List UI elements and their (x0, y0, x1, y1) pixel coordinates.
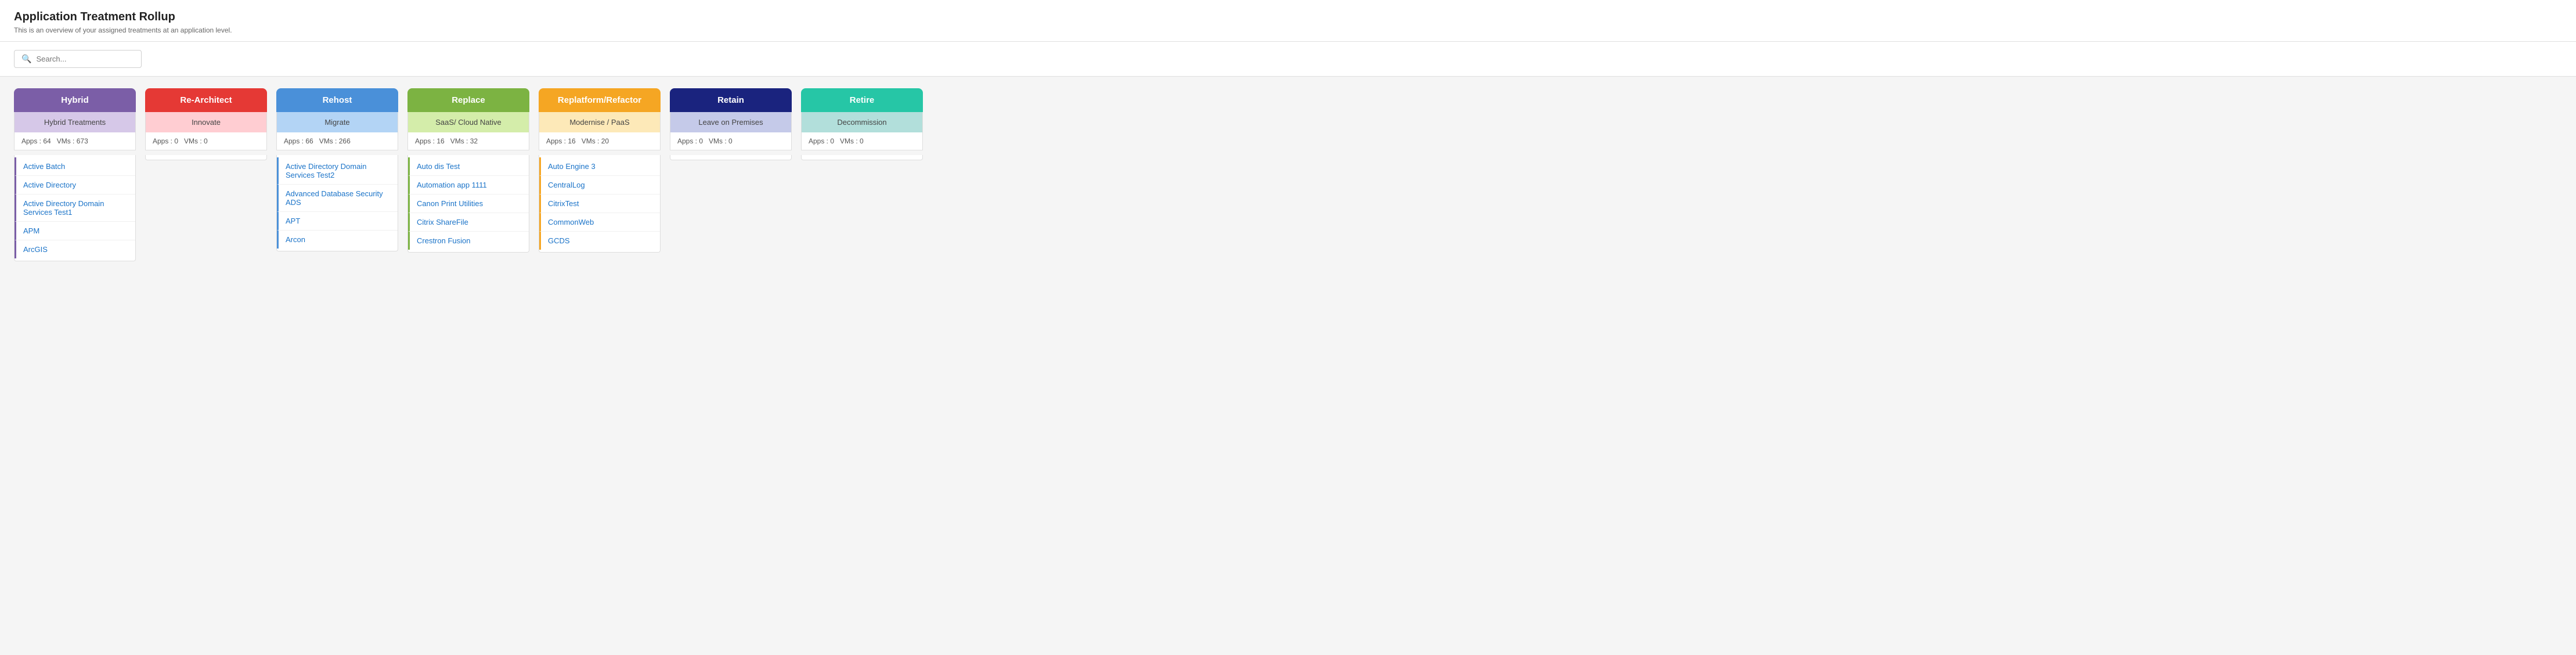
search-input[interactable] (36, 55, 134, 63)
list-item[interactable]: Active Batch (15, 157, 135, 176)
column-subheader-retain: Leave on Premises (670, 112, 792, 132)
list-item[interactable]: Citrix ShareFile (408, 213, 529, 232)
list-item[interactable]: Active Directory Domain Services Test1 (15, 195, 135, 222)
list-item[interactable]: Crestron Fusion (408, 232, 529, 250)
column-subheader-replatform: Modernise / PaaS (539, 112, 661, 132)
column-items-retain (670, 155, 792, 160)
column-subheader-replace: SaaS/ Cloud Native (407, 112, 529, 132)
list-item[interactable]: Automation app 1111 (408, 176, 529, 195)
column-retain: RetainLeave on PremisesApps : 0 VMs : 0 (670, 88, 792, 261)
list-item[interactable]: GCDS (539, 232, 660, 250)
apps-label-hybrid: Apps : 64 (21, 137, 51, 145)
apps-label-replace: Apps : 16 (415, 137, 445, 145)
search-container: 🔍 (14, 50, 142, 68)
column-header-replace: Replace (407, 88, 529, 112)
column-stats-rearchitect: Apps : 0 VMs : 0 (145, 132, 267, 150)
column-subheader-rehost: Migrate (276, 112, 398, 132)
apps-label-rehost: Apps : 66 (284, 137, 313, 145)
vms-label-retire: VMs : 0 (840, 137, 864, 145)
column-subheader-hybrid: Hybrid Treatments (14, 112, 136, 132)
column-items-replatform: Auto Engine 3CentralLogCitrixTestCommonW… (539, 155, 661, 253)
list-item[interactable]: CitrixTest (539, 195, 660, 213)
column-stats-retain: Apps : 0 VMs : 0 (670, 132, 792, 150)
column-rehost: RehostMigrateApps : 66 VMs : 266Active D… (276, 88, 398, 261)
main-content: HybridHybrid TreatmentsApps : 64 VMs : 6… (0, 77, 2576, 273)
column-replace: ReplaceSaaS/ Cloud NativeApps : 16 VMs :… (407, 88, 529, 261)
list-item[interactable]: CommonWeb (539, 213, 660, 232)
column-items-rehost: Active Directory Domain Services Test2Ad… (276, 155, 398, 251)
column-items-hybrid: Active BatchActive DirectoryActive Direc… (14, 155, 136, 261)
column-subheader-retire: Decommission (801, 112, 923, 132)
list-item[interactable]: Auto Engine 3 (539, 157, 660, 176)
list-item[interactable]: Active Directory (15, 176, 135, 195)
list-item[interactable]: ArcGIS (15, 240, 135, 258)
page-header: Application Treatment Rollup This is an … (0, 0, 2576, 42)
column-header-hybrid: Hybrid (14, 88, 136, 112)
column-stats-hybrid: Apps : 64 VMs : 673 (14, 132, 136, 150)
column-header-retire: Retire (801, 88, 923, 112)
column-stats-replace: Apps : 16 VMs : 32 (407, 132, 529, 150)
vms-label-replatform: VMs : 20 (582, 137, 609, 145)
column-header-retain: Retain (670, 88, 792, 112)
list-item[interactable]: Arcon (277, 231, 398, 249)
column-header-rehost: Rehost (276, 88, 398, 112)
vms-label-hybrid: VMs : 673 (57, 137, 88, 145)
column-replatform: Replatform/RefactorModernise / PaaSApps … (539, 88, 661, 261)
list-item[interactable]: Canon Print Utilities (408, 195, 529, 213)
apps-label-retire: Apps : 0 (809, 137, 834, 145)
column-hybrid: HybridHybrid TreatmentsApps : 64 VMs : 6… (14, 88, 136, 261)
page-title: Application Treatment Rollup (14, 10, 2562, 24)
apps-label-replatform: Apps : 16 (546, 137, 576, 145)
column-rearchitect: Re-ArchitectInnovateApps : 0 VMs : 0 (145, 88, 267, 261)
vms-label-replace: VMs : 32 (450, 137, 478, 145)
column-items-replace: Auto dis TestAutomation app 1111Canon Pr… (407, 155, 529, 253)
column-header-replatform: Replatform/Refactor (539, 88, 661, 112)
column-retire: RetireDecommissionApps : 0 VMs : 0 (801, 88, 923, 261)
search-icon: 🔍 (21, 54, 31, 64)
list-item[interactable]: APT (277, 212, 398, 231)
list-item[interactable]: APM (15, 222, 135, 240)
columns-wrapper: HybridHybrid TreatmentsApps : 64 VMs : 6… (14, 88, 2562, 261)
apps-label-rearchitect: Apps : 0 (153, 137, 178, 145)
column-stats-replatform: Apps : 16 VMs : 20 (539, 132, 661, 150)
column-subheader-rearchitect: Innovate (145, 112, 267, 132)
vms-label-rehost: VMs : 266 (319, 137, 351, 145)
column-stats-retire: Apps : 0 VMs : 0 (801, 132, 923, 150)
page-subtitle: This is an overview of your assigned tre… (14, 26, 2562, 34)
column-stats-rehost: Apps : 66 VMs : 266 (276, 132, 398, 150)
vms-label-retain: VMs : 0 (709, 137, 733, 145)
column-items-rearchitect (145, 155, 267, 160)
apps-label-retain: Apps : 0 (677, 137, 703, 145)
list-item[interactable]: Active Directory Domain Services Test2 (277, 157, 398, 185)
list-item[interactable]: Advanced Database Security ADS (277, 185, 398, 212)
search-bar: 🔍 (0, 42, 2576, 77)
column-header-rearchitect: Re-Architect (145, 88, 267, 112)
list-item[interactable]: CentralLog (539, 176, 660, 195)
list-item[interactable]: Auto dis Test (408, 157, 529, 176)
column-items-retire (801, 155, 923, 160)
vms-label-rearchitect: VMs : 0 (184, 137, 208, 145)
